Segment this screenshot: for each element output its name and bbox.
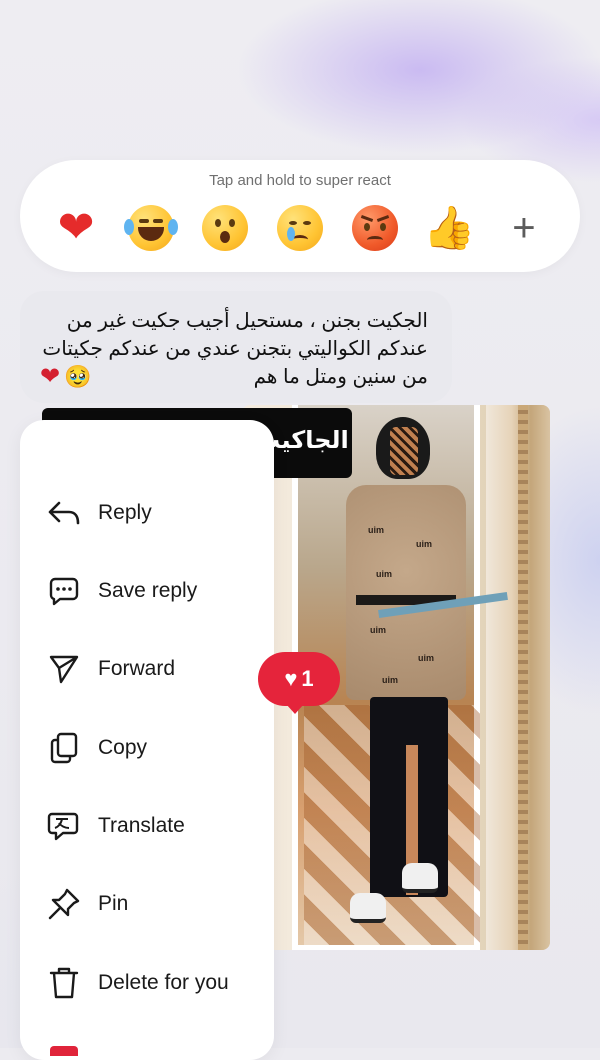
copy-icon <box>46 730 82 766</box>
react-laugh-button[interactable] <box>123 200 179 256</box>
laughing-tears-emoji-icon <box>123 205 178 251</box>
menu-item-forward[interactable]: Forward <box>20 639 274 699</box>
rope-decoration <box>518 405 528 950</box>
menu-item-save-reply[interactable]: Save reply <box>20 561 274 621</box>
react-thumbs-up-button[interactable]: 👍 <box>421 200 477 256</box>
menu-item-pin[interactable]: Pin <box>20 874 274 934</box>
react-surprised-button[interactable] <box>197 200 253 256</box>
menu-item-reply[interactable]: Reply <box>20 483 274 543</box>
angry-emoji-icon <box>351 205 398 251</box>
reaction-bar: Tap and hold to super react ❤ 👍 + <box>20 160 580 272</box>
heart-icon: ♥ <box>284 666 298 691</box>
menu-item-delete-for-you[interactable]: Delete for you <box>20 953 274 1013</box>
menu-label-copy: Copy <box>98 736 148 759</box>
reaction-row: ❤ 👍 + <box>48 200 552 256</box>
menu-label-forward: Forward <box>98 657 176 680</box>
react-heart-button[interactable]: ❤ <box>48 200 104 256</box>
menu-item-translate[interactable]: Translate <box>20 796 274 856</box>
pleading-face-emoji: 🥹 <box>64 363 92 389</box>
menu-label-translate: Translate <box>98 814 185 837</box>
plus-icon: + <box>512 206 536 250</box>
paper-plane-icon <box>46 651 82 687</box>
more-reactions-button[interactable]: + <box>496 200 552 256</box>
thumbs-up-emoji-icon: 👍 <box>423 204 476 251</box>
reaction-hint: Tap and hold to super react <box>209 172 391 189</box>
message-emojis: ❤ 🥹 <box>40 362 92 391</box>
menu-label-pin: Pin <box>98 892 129 915</box>
menu-label-save-reply: Save reply <box>98 579 198 602</box>
reply-arrow-icon <box>46 495 82 531</box>
translate-icon <box>46 808 82 844</box>
context-menu: Reply Save reply Forward Copy Translate … <box>20 420 274 1060</box>
menu-item-copy[interactable]: Copy <box>20 718 274 778</box>
react-crying-button[interactable] <box>272 200 328 256</box>
save-reply-icon <box>46 573 82 609</box>
trash-icon <box>46 965 82 1001</box>
phone <box>390 427 418 475</box>
menu-label-reply: Reply <box>98 501 152 524</box>
heart-emoji: ❤ <box>40 363 61 390</box>
surprised-emoji-icon <box>202 205 249 251</box>
jacket: uim uim uim uim uim uim uim <box>346 485 466 700</box>
reaction-count: 1 <box>301 666 314 691</box>
crying-emoji-icon <box>276 205 323 251</box>
pin-icon <box>46 886 82 922</box>
red-heart-icon: ❤ <box>57 203 95 252</box>
reaction-count-badge[interactable]: ♥ 1 <box>258 652 340 714</box>
react-angry-button[interactable] <box>347 200 403 256</box>
menu-label-delete-for-you: Delete for you <box>98 971 229 994</box>
